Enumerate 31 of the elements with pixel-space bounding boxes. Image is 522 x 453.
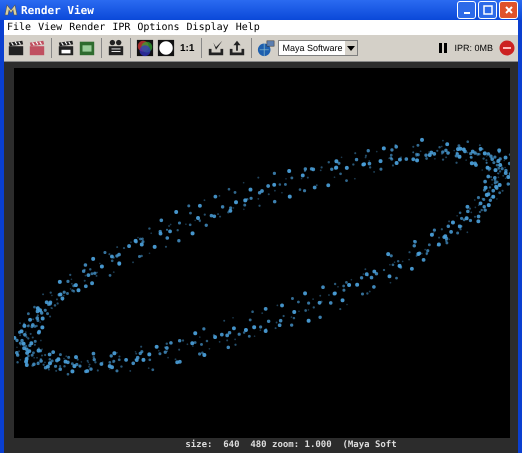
maya-logo-icon: [4, 3, 18, 17]
minimize-icon: [464, 12, 470, 14]
snapshot-icon[interactable]: [107, 39, 125, 57]
close-button[interactable]: [499, 1, 518, 19]
menu-item[interactable]: Help: [236, 22, 260, 33]
remove-image-icon[interactable]: [228, 39, 246, 57]
clapperboard-icon[interactable]: [7, 39, 25, 57]
menu-item[interactable]: File: [7, 22, 32, 33]
keep-image-icon[interactable]: [207, 39, 226, 57]
window-title: Render View: [21, 4, 94, 16]
status-bar-text: size: 640 480 zoom: 1.000 (Maya Soft: [185, 440, 397, 452]
renderer-dropdown[interactable]: Maya Software: [278, 40, 358, 56]
clapperboard-icon[interactable]: [57, 39, 75, 57]
pause-icon[interactable]: [438, 42, 448, 54]
region-render-icon[interactable]: [78, 39, 96, 57]
maximize-button[interactable]: [478, 1, 497, 19]
menu-item[interactable]: View: [38, 22, 62, 33]
menu-item[interactable]: Render: [69, 22, 106, 33]
close-icon: [504, 5, 514, 15]
menu-item[interactable]: Options: [137, 22, 180, 33]
globe-icon[interactable]: [257, 39, 276, 57]
alpha-channel-icon[interactable]: [157, 39, 175, 57]
menu-item[interactable]: Display: [186, 22, 229, 33]
ipr-memory-label: IPR: 0MB: [454, 43, 493, 53]
minimize-button[interactable]: [457, 1, 476, 19]
menu-item[interactable]: IPR: [112, 22, 130, 33]
real-size-button[interactable]: 1:1: [178, 42, 196, 54]
caret-icon: [345, 41, 358, 55]
maximize-icon: [482, 5, 492, 15]
stop-ipr-icon[interactable]: [499, 40, 515, 56]
rgb-channels-icon[interactable]: [136, 39, 154, 57]
